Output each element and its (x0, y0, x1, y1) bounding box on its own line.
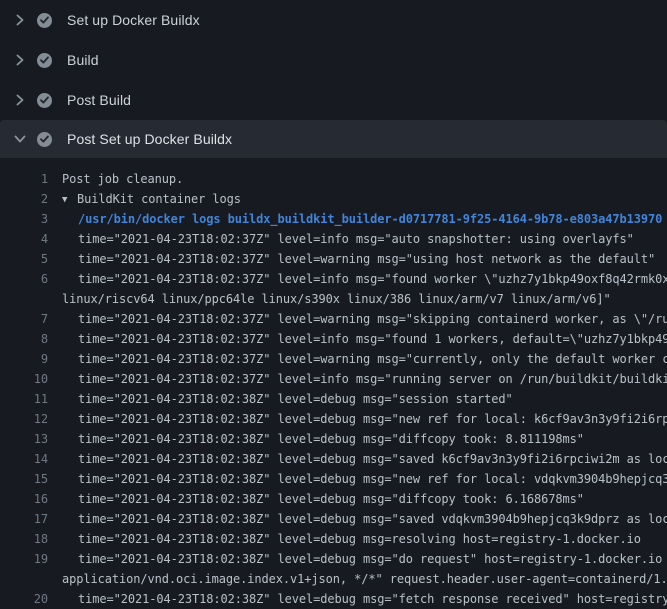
log-line: 17 time="2021-04-23T18:02:38Z" level=debu… (0, 509, 667, 529)
log-line-continuation: application/vnd.oci.image.index.v1+json,… (0, 569, 667, 589)
log-text: linux/riscv64 linux/ppc64le linux/s390x … (62, 289, 611, 309)
group-toggle-icon[interactable]: ▼ (62, 190, 77, 210)
log-line: 3/usr/bin/docker logs buildx_buildkit_bu… (0, 209, 667, 229)
line-number[interactable]: 19 (0, 549, 48, 569)
log-text: time="2021-04-23T18:02:37Z" level=warnin… (78, 349, 667, 369)
log-area: 1 Post job cleanup. 2 ▼BuildKit container l… (0, 158, 667, 609)
line-number[interactable]: 14 (0, 449, 48, 469)
log-text: ▼BuildKit container logs (62, 189, 241, 209)
line-number[interactable]: 15 (0, 469, 48, 489)
steps-list: Set up Docker Buildx Build Post Build Post … (0, 0, 667, 158)
log-line-continuation: linux/riscv64 linux/ppc64le linux/s390x … (0, 289, 667, 309)
log-text: time="2021-04-23T18:02:38Z" level=debug … (78, 589, 667, 609)
log-text: time="2021-04-23T18:02:38Z" level=debug … (78, 549, 667, 569)
log-text: time="2021-04-23T18:02:38Z" level=debug … (78, 529, 641, 549)
log-text: time="2021-04-23T18:02:37Z" level=info m… (78, 369, 667, 389)
check-circle-icon (37, 13, 52, 28)
log-line: 15 time="2021-04-23T18:02:38Z" level=debu… (0, 469, 667, 489)
line-number (0, 289, 48, 309)
line-number[interactable]: 5 (0, 249, 48, 269)
log-line: 19 time="2021-04-23T18:02:38Z" level=debu… (0, 549, 667, 569)
line-number[interactable]: 18 (0, 529, 48, 549)
log-text: time="2021-04-23T18:02:38Z" level=debug … (78, 409, 667, 429)
log-line: 9 time="2021-04-23T18:02:37Z" level=warni… (0, 349, 667, 369)
log-line: 2 ▼BuildKit container logs (0, 189, 667, 209)
log-line: 5 time="2021-04-23T18:02:37Z" level=warni… (0, 249, 667, 269)
step-row-set-up-docker-buildx[interactable]: Set up Docker Buildx (0, 0, 667, 40)
log-line: 8 time="2021-04-23T18:02:37Z" level=info … (0, 329, 667, 349)
step-label: Post Set up Docker Buildx (67, 131, 232, 147)
log-line: 6 time="2021-04-23T18:02:37Z" level=info … (0, 269, 667, 289)
line-number[interactable]: 8 (0, 329, 48, 349)
log-text: time="2021-04-23T18:02:38Z" level=debug … (78, 449, 667, 469)
log-line: 1 Post job cleanup. (0, 169, 667, 189)
line-number[interactable]: 3 (0, 209, 48, 229)
log-line: 14 time="2021-04-23T18:02:38Z" level=debu… (0, 449, 667, 469)
line-number[interactable]: 6 (0, 269, 48, 289)
log-text: application/vnd.oci.image.index.v1+json,… (62, 569, 667, 589)
log-text: time="2021-04-23T18:02:37Z" level=warnin… (78, 249, 655, 269)
log-line: 12 time="2021-04-23T18:02:38Z" level=debu… (0, 409, 667, 429)
log-text: time="2021-04-23T18:02:37Z" level=info m… (78, 329, 667, 349)
log-line: 4 time="2021-04-23T18:02:37Z" level=info … (0, 229, 667, 249)
line-number[interactable]: 11 (0, 389, 48, 409)
line-number[interactable]: 12 (0, 409, 48, 429)
command-text: /usr/bin/docker logs buildx_buildkit_bui… (78, 209, 662, 229)
chevron-right-icon[interactable] (12, 12, 28, 28)
log-line: 7 time="2021-04-23T18:02:37Z" level=warni… (0, 309, 667, 329)
line-number (0, 569, 48, 589)
log-text: time="2021-04-23T18:02:37Z" level=warnin… (78, 309, 667, 329)
log-text: time="2021-04-23T18:02:38Z" level=debug … (78, 489, 584, 509)
log-line: 13 time="2021-04-23T18:02:38Z" level=debu… (0, 429, 667, 449)
log-text: time="2021-04-23T18:02:38Z" level=debug … (78, 389, 513, 409)
step-row-build[interactable]: Build (0, 40, 667, 80)
chevron-right-icon[interactable] (12, 92, 28, 108)
line-number[interactable]: 16 (0, 489, 48, 509)
step-label: Set up Docker Buildx (67, 12, 200, 28)
log-line: 16 time="2021-04-23T18:02:38Z" level=debu… (0, 489, 667, 509)
log-text: time="2021-04-23T18:02:38Z" level=debug … (78, 469, 667, 489)
step-label: Build (67, 52, 99, 68)
check-circle-icon (37, 132, 52, 147)
log-line: 18 time="2021-04-23T18:02:38Z" level=debu… (0, 529, 667, 549)
log-text: time="2021-04-23T18:02:38Z" level=debug … (78, 429, 584, 449)
line-number[interactable]: 10 (0, 369, 48, 389)
check-circle-icon (37, 93, 52, 108)
line-number[interactable]: 9 (0, 349, 48, 369)
step-label: Post Build (67, 92, 131, 108)
chevron-right-icon[interactable] (12, 52, 28, 68)
line-number[interactable]: 1 (0, 169, 48, 189)
log-line: 10 time="2021-04-23T18:02:37Z" level=info… (0, 369, 667, 389)
line-number[interactable]: 2 (0, 189, 48, 209)
line-number[interactable]: 20 (0, 589, 48, 609)
actions-log-viewer: Set up Docker Buildx Build Post Build Post … (0, 0, 667, 609)
log-line: 11 time="2021-04-23T18:02:38Z" level=debu… (0, 389, 667, 409)
log-text: Post job cleanup. (62, 169, 183, 189)
log-text: time="2021-04-23T18:02:37Z" level=info m… (78, 229, 634, 249)
step-row-post-set-up-docker-buildx[interactable]: Post Set up Docker Buildx (0, 120, 667, 158)
group-label[interactable]: BuildKit container logs (77, 192, 241, 206)
log-text: time="2021-04-23T18:02:38Z" level=debug … (78, 509, 667, 529)
line-number[interactable]: 7 (0, 309, 48, 329)
line-number[interactable]: 13 (0, 429, 48, 449)
line-number[interactable]: 17 (0, 509, 48, 529)
line-number[interactable]: 4 (0, 229, 48, 249)
step-row-post-build[interactable]: Post Build (0, 80, 667, 120)
chevron-down-icon[interactable] (12, 131, 28, 147)
log-line: 20 time="2021-04-23T18:02:38Z" level=debu… (0, 589, 667, 609)
check-circle-icon (37, 53, 52, 68)
log-text: time="2021-04-23T18:02:37Z" level=info m… (78, 269, 667, 289)
